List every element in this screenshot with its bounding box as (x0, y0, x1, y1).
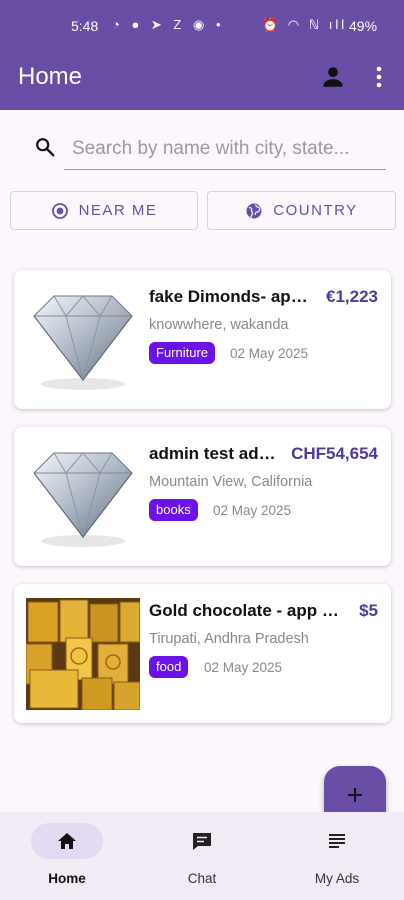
listing-location: Tirupati, Andhra Pradesh (149, 631, 309, 647)
category-badge: books (149, 499, 198, 521)
app-bar: Home (0, 52, 404, 110)
listing-date: 02 May 2025 (204, 660, 283, 675)
plus-icon (345, 785, 365, 810)
listing-date: 02 May 2025 (230, 346, 309, 361)
listing-price: $5 (359, 601, 378, 620)
country-button[interactable]: COUNTRY (207, 191, 396, 230)
nav-label: Chat (187, 871, 217, 886)
chat-icon (191, 830, 213, 852)
diamond-image (26, 441, 140, 553)
notification-icons: ◔ ● ➤ Z ◉ • (112, 17, 225, 32)
near-me-button[interactable]: NEAR ME (10, 191, 198, 230)
listing-title: Gold chocolate - app … (149, 601, 339, 620)
status-bar: 5:48 ◔ ● ➤ Z ◉ • ⏰ ◠ ℕ ıll 49% (0, 0, 404, 52)
more-vert-icon[interactable] (372, 64, 386, 90)
system-icons: ⏰ ◠ ℕ ıll (262, 17, 348, 32)
list-icon (326, 830, 348, 852)
battery-level: 49% (349, 18, 378, 34)
my-location-icon (51, 202, 69, 220)
home-icon (56, 830, 78, 852)
globe-icon (245, 202, 263, 220)
listing-location: knowwhere, wakanda (149, 317, 289, 333)
search-bar (28, 128, 388, 174)
listing-card[interactable]: admin test ad … CHF54,654 Mountain View,… (14, 427, 391, 566)
nav-item-chat[interactable]: Chat (135, 812, 269, 900)
listing-card[interactable]: Gold chocolate - app … $5 Tirupati, Andh… (14, 584, 391, 723)
country-label: COUNTRY (273, 202, 358, 219)
category-badge: food (149, 656, 189, 678)
listing-title: fake Dimonds- app… (149, 287, 309, 306)
diamond-image (26, 284, 140, 396)
listing-card[interactable]: fake Dimonds- app… €1,223 knowwhere, wak… (14, 270, 391, 409)
nav-label: Home (48, 871, 86, 886)
listing-price: €1,223 (326, 287, 378, 306)
search-input[interactable] (64, 128, 386, 170)
listing-price: CHF54,654 (291, 444, 378, 463)
search-icon (34, 136, 56, 158)
nav-item-my-ads[interactable]: My Ads (270, 812, 404, 900)
gold-bars-image (26, 598, 140, 710)
nav-label: My Ads (314, 871, 360, 886)
category-badge: Furniture (149, 342, 216, 364)
page-title: Home (18, 63, 83, 90)
listing-date: 02 May 2025 (213, 503, 292, 518)
near-me-label: NEAR ME (78, 202, 158, 219)
person-icon[interactable] (320, 64, 346, 90)
status-time: 5:48 (71, 18, 99, 34)
listing-title: admin test ad … (149, 444, 279, 463)
listing-location: Mountain View, California (149, 474, 313, 490)
bottom-navigation: Home Chat My Ads (0, 812, 404, 900)
nav-item-home[interactable]: Home (0, 812, 134, 900)
